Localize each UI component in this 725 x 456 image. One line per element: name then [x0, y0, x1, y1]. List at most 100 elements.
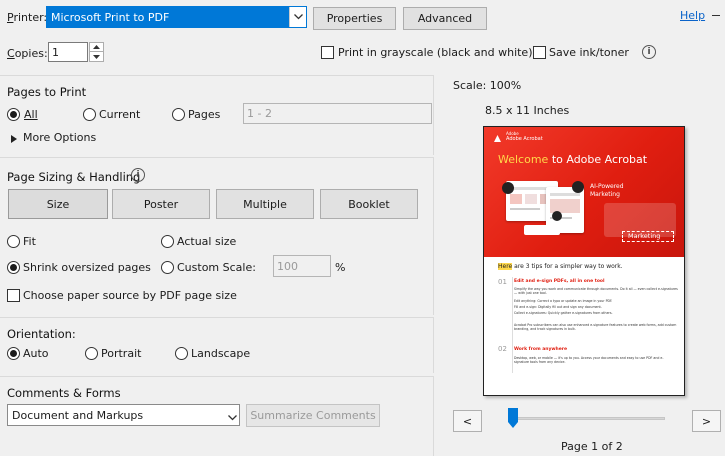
next-page-label: >	[701, 414, 712, 428]
tip1-body2: Acrobat Pro subscribers can also use enh…	[514, 323, 677, 332]
page-sizing-title: Page Sizing & Handling	[7, 170, 141, 184]
auto-label: Auto	[23, 347, 49, 360]
orientation-panel: Orientation: Auto Portrait Landscape	[0, 317, 434, 373]
page-slider-track[interactable]	[510, 417, 665, 420]
info-icon[interactable]: i	[642, 45, 656, 59]
summarize-comments-button[interactable]: Summarize Comments	[246, 404, 380, 427]
orientation-title: Orientation:	[7, 327, 76, 341]
copies-label: Copies:	[7, 47, 48, 60]
copies-input[interactable]: 1	[48, 42, 88, 62]
acrobat-icon	[502, 182, 514, 194]
scale-label: Scale: 100%	[453, 79, 522, 92]
hero-headline: Welcome to Adobe Acrobat	[498, 153, 648, 166]
page-preview: Adobe Adobe Acrobat Welcome to Adobe Acr…	[483, 126, 685, 396]
advanced-button[interactable]: Advanced	[403, 7, 487, 30]
ai-badge-line2: Marketing	[590, 191, 620, 198]
chevron-down-icon[interactable]	[228, 411, 237, 424]
fit-radio[interactable]	[7, 235, 20, 248]
copies-stepper[interactable]	[89, 42, 104, 62]
save-ink-checkbox[interactable]	[533, 46, 546, 59]
auto-radio[interactable]	[7, 347, 20, 360]
custom-scale-radio[interactable]	[161, 261, 174, 274]
tip2-body: Desktop, web, or mobile — it's up to you…	[514, 356, 664, 365]
paper-source-label: Choose paper source by PDF page size	[23, 289, 237, 302]
brand-name: Adobe Acrobat	[506, 136, 543, 142]
comments-forms-value: Document and Markups	[12, 409, 144, 422]
tab-booklet[interactable]: Booklet	[320, 189, 418, 219]
camera-icon	[552, 211, 562, 221]
tip1-bullet: Collect e-signatures: Quickly gather e-s…	[514, 311, 613, 315]
increment-icon[interactable]	[90, 43, 103, 52]
advanced-button-label: Advanced	[417, 12, 473, 25]
tab-poster[interactable]: Poster	[112, 189, 210, 219]
shrink-oversized-radio[interactable]	[7, 261, 20, 274]
landscape-label: Landscape	[191, 347, 251, 360]
properties-button-label: Properties	[326, 12, 383, 25]
paper-size-label: 8.5 x 11 Inches	[485, 104, 570, 117]
tip1-number: 01	[498, 278, 507, 286]
tab-multiple[interactable]: Multiple	[216, 189, 314, 219]
current-label: Current	[99, 108, 141, 121]
portrait-radio[interactable]	[85, 347, 98, 360]
properties-button[interactable]: Properties	[313, 7, 396, 30]
screen-mock	[524, 225, 560, 235]
more-options-toggle[interactable]: More Options	[23, 131, 96, 144]
tab-poster-label: Poster	[143, 197, 179, 211]
custom-scale-value: 100	[277, 260, 298, 273]
pages-range-input[interactable]: 1 - 2	[243, 103, 432, 124]
ai-badge-line1: AI-Powered	[590, 183, 624, 190]
percent-label: %	[335, 261, 346, 274]
tab-booklet-label: Booklet	[348, 197, 390, 211]
printer-select-value: Microsoft Print to PDF	[51, 11, 170, 24]
printer-label: Printer:	[7, 11, 48, 24]
custom-scale-label: Custom Scale:	[177, 261, 256, 274]
tab-size[interactable]: Size	[8, 189, 108, 219]
intro-line: Here are 3 tips for a simpler way to wor…	[498, 263, 623, 270]
printer-select[interactable]: Microsoft Print to PDF	[46, 6, 307, 28]
actual-size-label: Actual size	[177, 235, 237, 248]
pages-radio[interactable]	[172, 108, 185, 121]
chevron-down-icon[interactable]	[289, 7, 306, 27]
decrement-icon[interactable]	[90, 52, 103, 61]
save-ink-label: Save ink/toner	[549, 46, 629, 59]
all-radio[interactable]	[7, 108, 20, 121]
info-icon[interactable]: i	[131, 168, 145, 182]
tip1-bullet: Fill and e-sign: Digitally fill out and …	[514, 305, 602, 309]
tab-size-label: Size	[46, 197, 70, 211]
page-sizing-panel: Page Sizing & Handling i Size Poster Mul…	[0, 157, 434, 315]
current-radio[interactable]	[83, 108, 96, 121]
actual-size-radio[interactable]	[161, 235, 174, 248]
hero-banner: Adobe Adobe Acrobat Welcome to Adobe Acr…	[484, 127, 684, 257]
summarize-comments-label: Summarize Comments	[250, 409, 376, 422]
paper-source-checkbox[interactable]	[7, 289, 20, 302]
pages-range-placeholder: 1 - 2	[247, 107, 272, 120]
fit-label: Fit	[23, 235, 36, 248]
grayscale-label: Print in grayscale (black and white)	[338, 46, 533, 59]
help-link[interactable]: Help	[680, 9, 705, 22]
tip1-title: Edit and e-sign PDFs, all in one tool	[514, 279, 605, 284]
pages-to-print-title: Pages to Print	[7, 85, 87, 99]
pages-to-print-panel: Pages to Print All Current Pages 1 - 2 M…	[0, 75, 434, 155]
marketing-tag: Marketing	[628, 232, 661, 240]
prev-page-label: <	[462, 414, 473, 428]
caret-right-icon[interactable]	[11, 133, 17, 146]
portrait-label: Portrait	[101, 347, 142, 360]
tip1-bullet: Edit anything: Correct a typo or update …	[514, 299, 613, 303]
next-page-button[interactable]: >	[692, 410, 721, 432]
custom-scale-input[interactable]: 100	[273, 255, 331, 277]
page-slider-thumb[interactable]	[508, 408, 518, 428]
copies-value: 1	[52, 46, 59, 59]
tab-multiple-label: Multiple	[243, 197, 287, 211]
prev-page-button[interactable]: <	[453, 410, 482, 432]
page-indicator: Page 1 of 2	[561, 440, 623, 453]
pages-label: Pages	[188, 108, 221, 121]
tip2-title: Work from anywhere	[514, 347, 568, 352]
adobe-logo-icon	[494, 135, 501, 142]
grayscale-checkbox[interactable]	[321, 46, 334, 59]
landscape-radio[interactable]	[175, 347, 188, 360]
tip2-number: 02	[498, 345, 507, 353]
comments-forms-panel: Comments & Forms Document and Markups Su…	[0, 376, 434, 456]
minimize-icon[interactable]	[712, 15, 720, 16]
comments-forms-select[interactable]: Document and Markups	[7, 404, 240, 426]
comments-forms-title: Comments & Forms	[7, 386, 121, 400]
